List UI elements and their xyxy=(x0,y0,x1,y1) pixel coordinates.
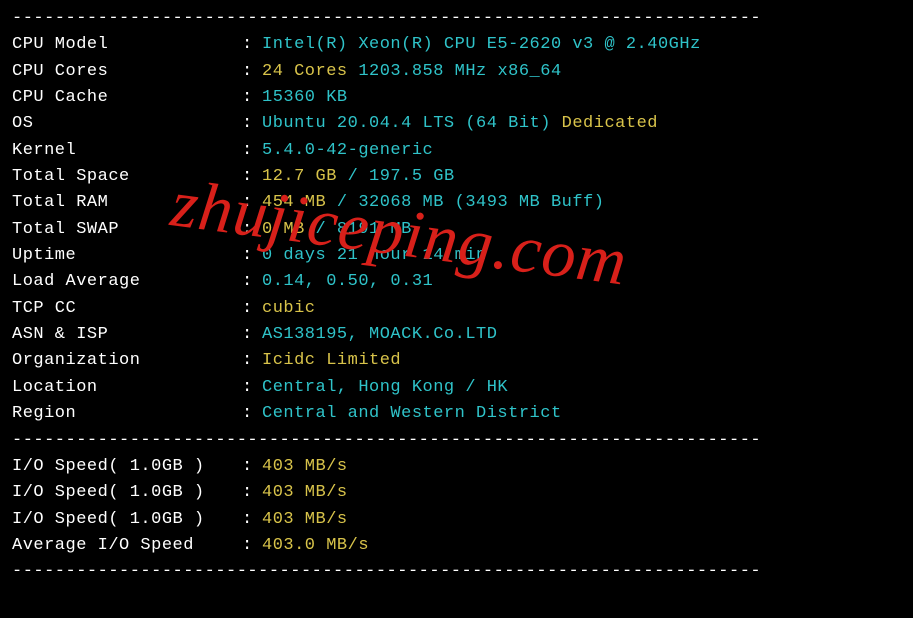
colon-separator: : xyxy=(242,217,262,243)
info-label: Total SWAP xyxy=(12,217,242,243)
info-value: 15360 KB xyxy=(262,85,348,111)
info-value: 0.14, 0.50, 0.31 xyxy=(262,269,433,295)
info-row: Organization: Icidc Limited xyxy=(12,348,901,374)
info-value: Central, Hong Kong / HK xyxy=(262,375,508,401)
info-row: Total RAM: 454 MB / 32068 MB (3493 MB Bu… xyxy=(12,190,901,216)
info-value: 0 days 21 hour 14 min xyxy=(262,243,487,269)
info-row: Total SWAP: 0 MB / 8191 MB xyxy=(12,217,901,243)
info-row: Region: Central and Western District xyxy=(12,401,901,427)
colon-separator: : xyxy=(242,269,262,295)
info-row: TCP CC: cubic xyxy=(12,296,901,322)
info-label: Region xyxy=(12,401,242,427)
info-row: Total Space: 12.7 GB / 197.5 GB xyxy=(12,164,901,190)
colon-separator: : xyxy=(242,454,262,480)
info-label: TCP CC xyxy=(12,296,242,322)
info-row: Location: Central, Hong Kong / HK xyxy=(12,375,901,401)
info-value: Ubuntu 20.04.4 LTS (64 Bit) xyxy=(262,111,551,137)
info-label: Location xyxy=(12,375,242,401)
colon-separator: : xyxy=(242,138,262,164)
info-row: CPU Model: Intel(R) Xeon(R) CPU E5-2620 … xyxy=(12,32,901,58)
info-label: Total RAM xyxy=(12,190,242,216)
info-value: cubic xyxy=(262,296,316,322)
info-label: ASN & ISP xyxy=(12,322,242,348)
info-label: Uptime xyxy=(12,243,242,269)
info-label: CPU Cores xyxy=(12,59,242,85)
info-value: Dedicated xyxy=(551,111,658,137)
info-label: CPU Cache xyxy=(12,85,242,111)
info-value: 5.4.0-42-generic xyxy=(262,138,433,164)
info-row: I/O Speed( 1.0GB ): 403 MB/s xyxy=(12,454,901,480)
divider-bottom: ----------------------------------------… xyxy=(12,559,901,585)
divider-mid: ----------------------------------------… xyxy=(12,428,901,454)
info-value: / 197.5 GB xyxy=(337,164,455,190)
info-row: CPU Cores: 24 Cores 1203.858 MHz x86_64 xyxy=(12,59,901,85)
info-row: I/O Speed( 1.0GB ): 403 MB/s xyxy=(12,480,901,506)
info-label: OS xyxy=(12,111,242,137)
info-value: / 32068 MB (3493 MB Buff) xyxy=(326,190,604,216)
info-value: 1203.858 MHz x86_64 xyxy=(348,59,562,85)
info-row: I/O Speed( 1.0GB ): 403 MB/s xyxy=(12,507,901,533)
colon-separator: : xyxy=(242,375,262,401)
colon-separator: : xyxy=(242,164,262,190)
info-value: 403 MB/s xyxy=(262,454,348,480)
info-row: Uptime: 0 days 21 hour 14 min xyxy=(12,243,901,269)
colon-separator: : xyxy=(242,190,262,216)
colon-separator: : xyxy=(242,85,262,111)
info-row: ASN & ISP: AS138195, MOACK.Co.LTD xyxy=(12,322,901,348)
info-value: 403 MB/s xyxy=(262,480,348,506)
info-label: I/O Speed( 1.0GB ) xyxy=(12,507,242,533)
divider-top: ----------------------------------------… xyxy=(12,6,901,32)
info-label: CPU Model xyxy=(12,32,242,58)
info-value: 454 MB xyxy=(262,190,326,216)
info-row: Load Average: 0.14, 0.50, 0.31 xyxy=(12,269,901,295)
info-label: I/O Speed( 1.0GB ) xyxy=(12,454,242,480)
info-label: Organization xyxy=(12,348,242,374)
info-value: AS138195, MOACK.Co.LTD xyxy=(262,322,497,348)
io-speed-section: I/O Speed( 1.0GB ): 403 MB/sI/O Speed( 1… xyxy=(12,454,901,559)
info-value: 403.0 MB/s xyxy=(262,533,369,559)
info-value: 0 MB xyxy=(262,217,305,243)
colon-separator: : xyxy=(242,296,262,322)
colon-separator: : xyxy=(242,32,262,58)
info-value: 24 Cores xyxy=(262,59,348,85)
colon-separator: : xyxy=(242,533,262,559)
colon-separator: : xyxy=(242,59,262,85)
info-value: Intel(R) Xeon(R) CPU E5-2620 v3 @ 2.40GH… xyxy=(262,32,701,58)
info-value: / 8191 MB xyxy=(305,217,412,243)
system-info-section: CPU Model: Intel(R) Xeon(R) CPU E5-2620 … xyxy=(12,32,901,427)
info-row: Average I/O Speed: 403.0 MB/s xyxy=(12,533,901,559)
colon-separator: : xyxy=(242,322,262,348)
colon-separator: : xyxy=(242,111,262,137)
info-value: Icidc Limited xyxy=(262,348,401,374)
info-label: I/O Speed( 1.0GB ) xyxy=(12,480,242,506)
colon-separator: : xyxy=(242,401,262,427)
info-label: Total Space xyxy=(12,164,242,190)
info-value: 403 MB/s xyxy=(262,507,348,533)
info-label: Average I/O Speed xyxy=(12,533,242,559)
colon-separator: : xyxy=(242,348,262,374)
info-row: CPU Cache: 15360 KB xyxy=(12,85,901,111)
info-value: Central and Western District xyxy=(262,401,562,427)
colon-separator: : xyxy=(242,243,262,269)
info-label: Load Average xyxy=(12,269,242,295)
colon-separator: : xyxy=(242,480,262,506)
info-row: OS: Ubuntu 20.04.4 LTS (64 Bit) Dedicate… xyxy=(12,111,901,137)
info-label: Kernel xyxy=(12,138,242,164)
colon-separator: : xyxy=(242,507,262,533)
info-value: 12.7 GB xyxy=(262,164,337,190)
info-row: Kernel: 5.4.0-42-generic xyxy=(12,138,901,164)
